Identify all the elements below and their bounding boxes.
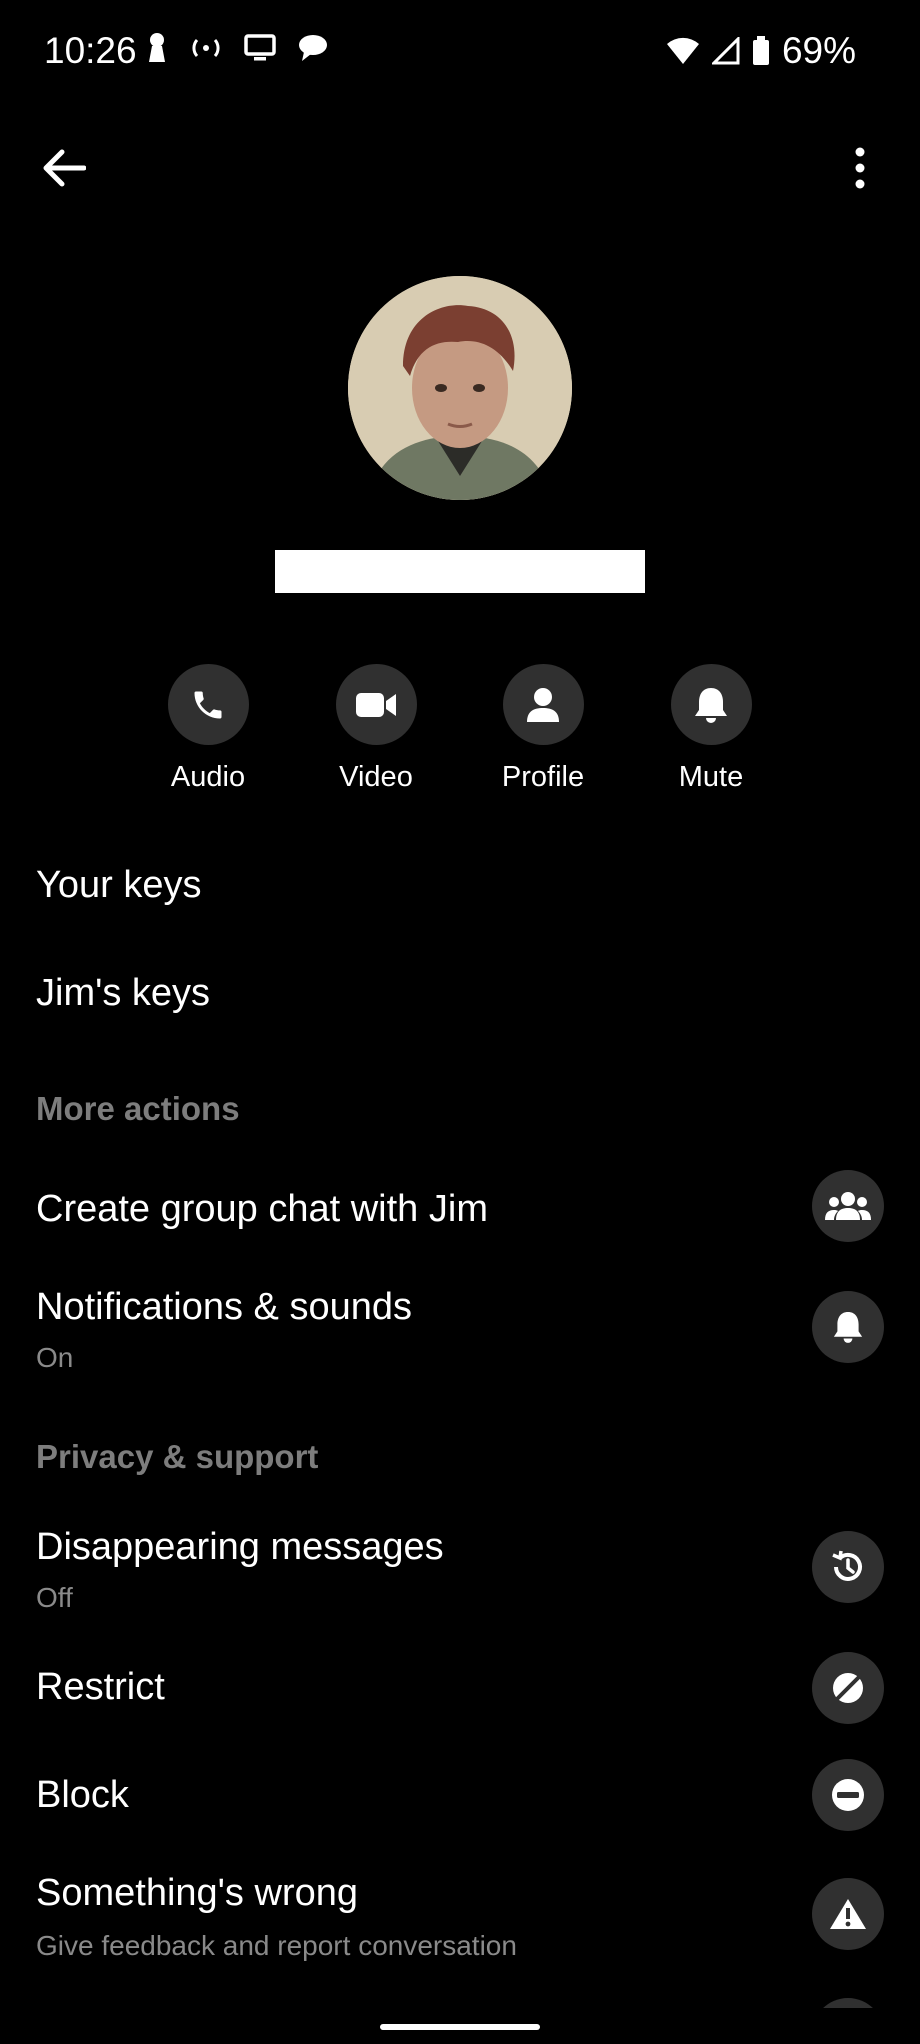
- restrict-icon: [833, 1673, 863, 1703]
- video-label: Video: [339, 761, 413, 793]
- somethings-wrong-subtitle: Give feedback and report conversation: [36, 1930, 517, 1961]
- their-keys-item[interactable]: Jim's keys: [36, 972, 210, 1015]
- create-group-chat-item[interactable]: Create group chat with Jim: [36, 1188, 488, 1231]
- video-call-button[interactable]: [335, 664, 417, 745]
- phone-icon: [194, 691, 222, 718]
- person-icon: [527, 687, 559, 722]
- battery-icon: [752, 36, 769, 65]
- status-icons: [146, 32, 328, 64]
- status-time: 10:26: [44, 30, 137, 71]
- notifications-icon-button[interactable]: [812, 1291, 884, 1363]
- report-icon-button[interactable]: [812, 1878, 884, 1950]
- history-timer-icon: [832, 1550, 862, 1581]
- more-options-button[interactable]: [840, 140, 880, 196]
- audio-call-button[interactable]: [167, 664, 249, 745]
- mute-button[interactable]: [670, 664, 752, 745]
- audio-label: Audio: [170, 761, 246, 793]
- video-call-action[interactable]: Video: [311, 664, 441, 794]
- wifi-icon: [666, 37, 699, 64]
- notifications-sounds-item[interactable]: Notifications & sounds: [36, 1286, 412, 1329]
- redacted-name: [275, 550, 645, 593]
- more-vertical-icon: [855, 147, 865, 189]
- notifications-state: On: [36, 1342, 74, 1373]
- video-camera-icon: [356, 692, 396, 717]
- restrict-item[interactable]: Restrict: [36, 1666, 165, 1709]
- avatar[interactable]: [348, 276, 572, 500]
- next-item-icon-partial: [812, 1998, 884, 2008]
- disappearing-messages-item[interactable]: Disappearing messages: [36, 1526, 444, 1569]
- profile-label: Profile: [501, 761, 585, 793]
- notification-person-icon: [149, 33, 165, 62]
- chat-bubble-icon: [299, 35, 327, 61]
- somethings-wrong-item[interactable]: Something's wrong: [36, 1872, 358, 1915]
- block-icon: [832, 1779, 864, 1811]
- back-button[interactable]: [36, 140, 92, 196]
- audio-call-action[interactable]: Audio: [143, 664, 273, 794]
- cast-icon: [244, 34, 276, 61]
- hotspot-icon: [192, 39, 220, 57]
- profile-action[interactable]: Profile: [478, 664, 608, 794]
- block-icon-button[interactable]: [812, 1759, 884, 1831]
- status-right: 69%: [666, 30, 856, 72]
- profile-button[interactable]: [502, 664, 584, 745]
- your-keys-item[interactable]: Your keys: [36, 864, 201, 907]
- bell-icon: [833, 1312, 863, 1343]
- group-icon-button[interactable]: [812, 1170, 884, 1242]
- block-item[interactable]: Block: [36, 1774, 129, 1817]
- avatar-photo: [348, 276, 572, 500]
- arrow-left-icon: [43, 149, 86, 187]
- bell-icon: [695, 687, 727, 723]
- mute-action[interactable]: Mute: [646, 664, 776, 794]
- privacy-support-header: Privacy & support: [36, 1438, 319, 1475]
- battery-percent: 69%: [781, 30, 856, 71]
- more-actions-header: More actions: [36, 1090, 240, 1127]
- cellular-signal-icon: [711, 37, 740, 65]
- restrict-icon-button[interactable]: [812, 1652, 884, 1724]
- group-icon: [825, 1192, 871, 1220]
- home-indicator[interactable]: [380, 2024, 540, 2030]
- warning-icon: [830, 1899, 866, 1929]
- disappearing-messages-state: Off: [36, 1582, 73, 1613]
- disappearing-icon-button[interactable]: [812, 1531, 884, 1603]
- mute-label: Mute: [678, 761, 744, 793]
